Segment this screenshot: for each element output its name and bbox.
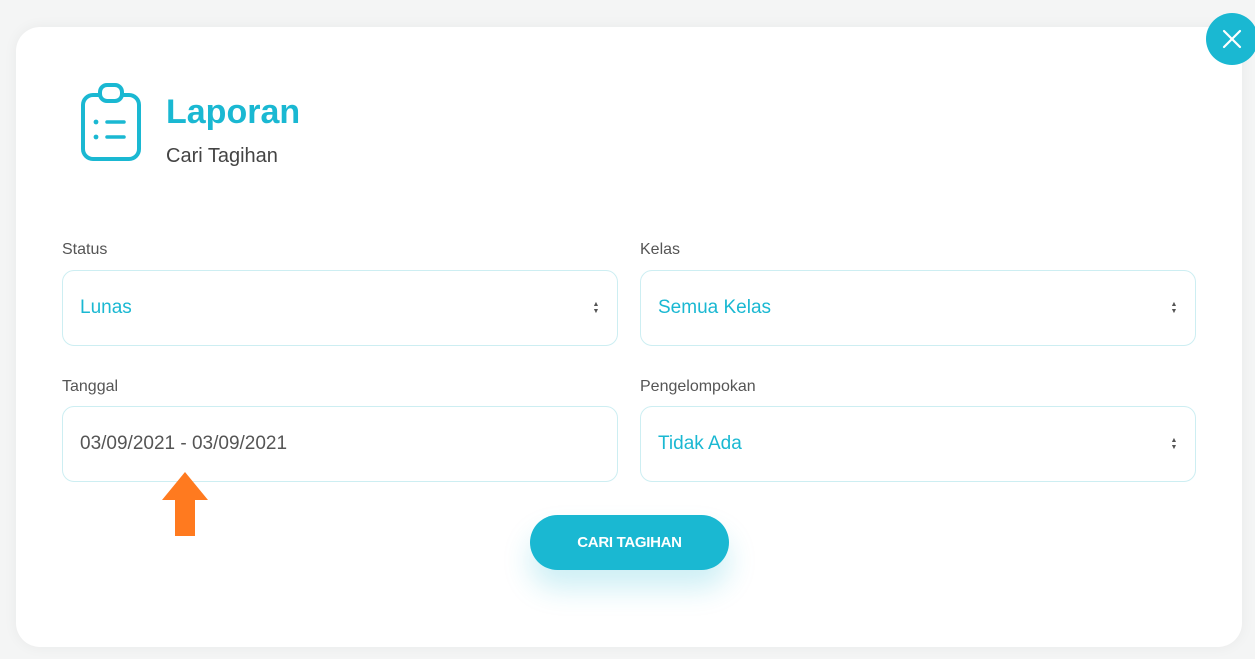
status-select[interactable]: Lunas ▲ ▼ (62, 270, 618, 346)
select-sort-arrows-icon: ▲ ▼ (1170, 437, 1178, 451)
search-bills-button[interactable]: CARI TAGIHAN (530, 515, 729, 570)
clipboard-list-icon (81, 83, 141, 161)
date-range-input[interactable]: 03/09/2021 - 03/09/2021 (62, 406, 618, 482)
kelas-select[interactable]: Semua Kelas ▲ ▼ (640, 270, 1196, 346)
select-sort-arrows-icon: ▲ ▼ (1170, 301, 1178, 315)
pengelompokan-selected-value: Tidak Ada (658, 433, 742, 454)
select-sort-arrows-icon: ▲ ▼ (592, 301, 600, 315)
close-icon (1222, 29, 1242, 49)
page-title: Laporan (166, 93, 301, 131)
kelas-selected-value: Semua Kelas (658, 297, 772, 318)
pengelompokan-select[interactable]: Tidak Ada ▲ ▼ (640, 406, 1196, 482)
status-label: Status (62, 241, 108, 258)
annotation-arrow-up-icon (162, 472, 208, 536)
kelas-label: Kelas (640, 241, 681, 258)
close-button[interactable] (1206, 13, 1255, 65)
page-subtitle: Cari Tagihan (166, 145, 278, 167)
status-selected-value: Lunas (80, 297, 132, 318)
pengelompokan-label: Pengelompokan (640, 378, 756, 395)
date-range-value: 03/09/2021 - 03/09/2021 (80, 433, 288, 454)
tanggal-label: Tanggal (62, 378, 119, 395)
